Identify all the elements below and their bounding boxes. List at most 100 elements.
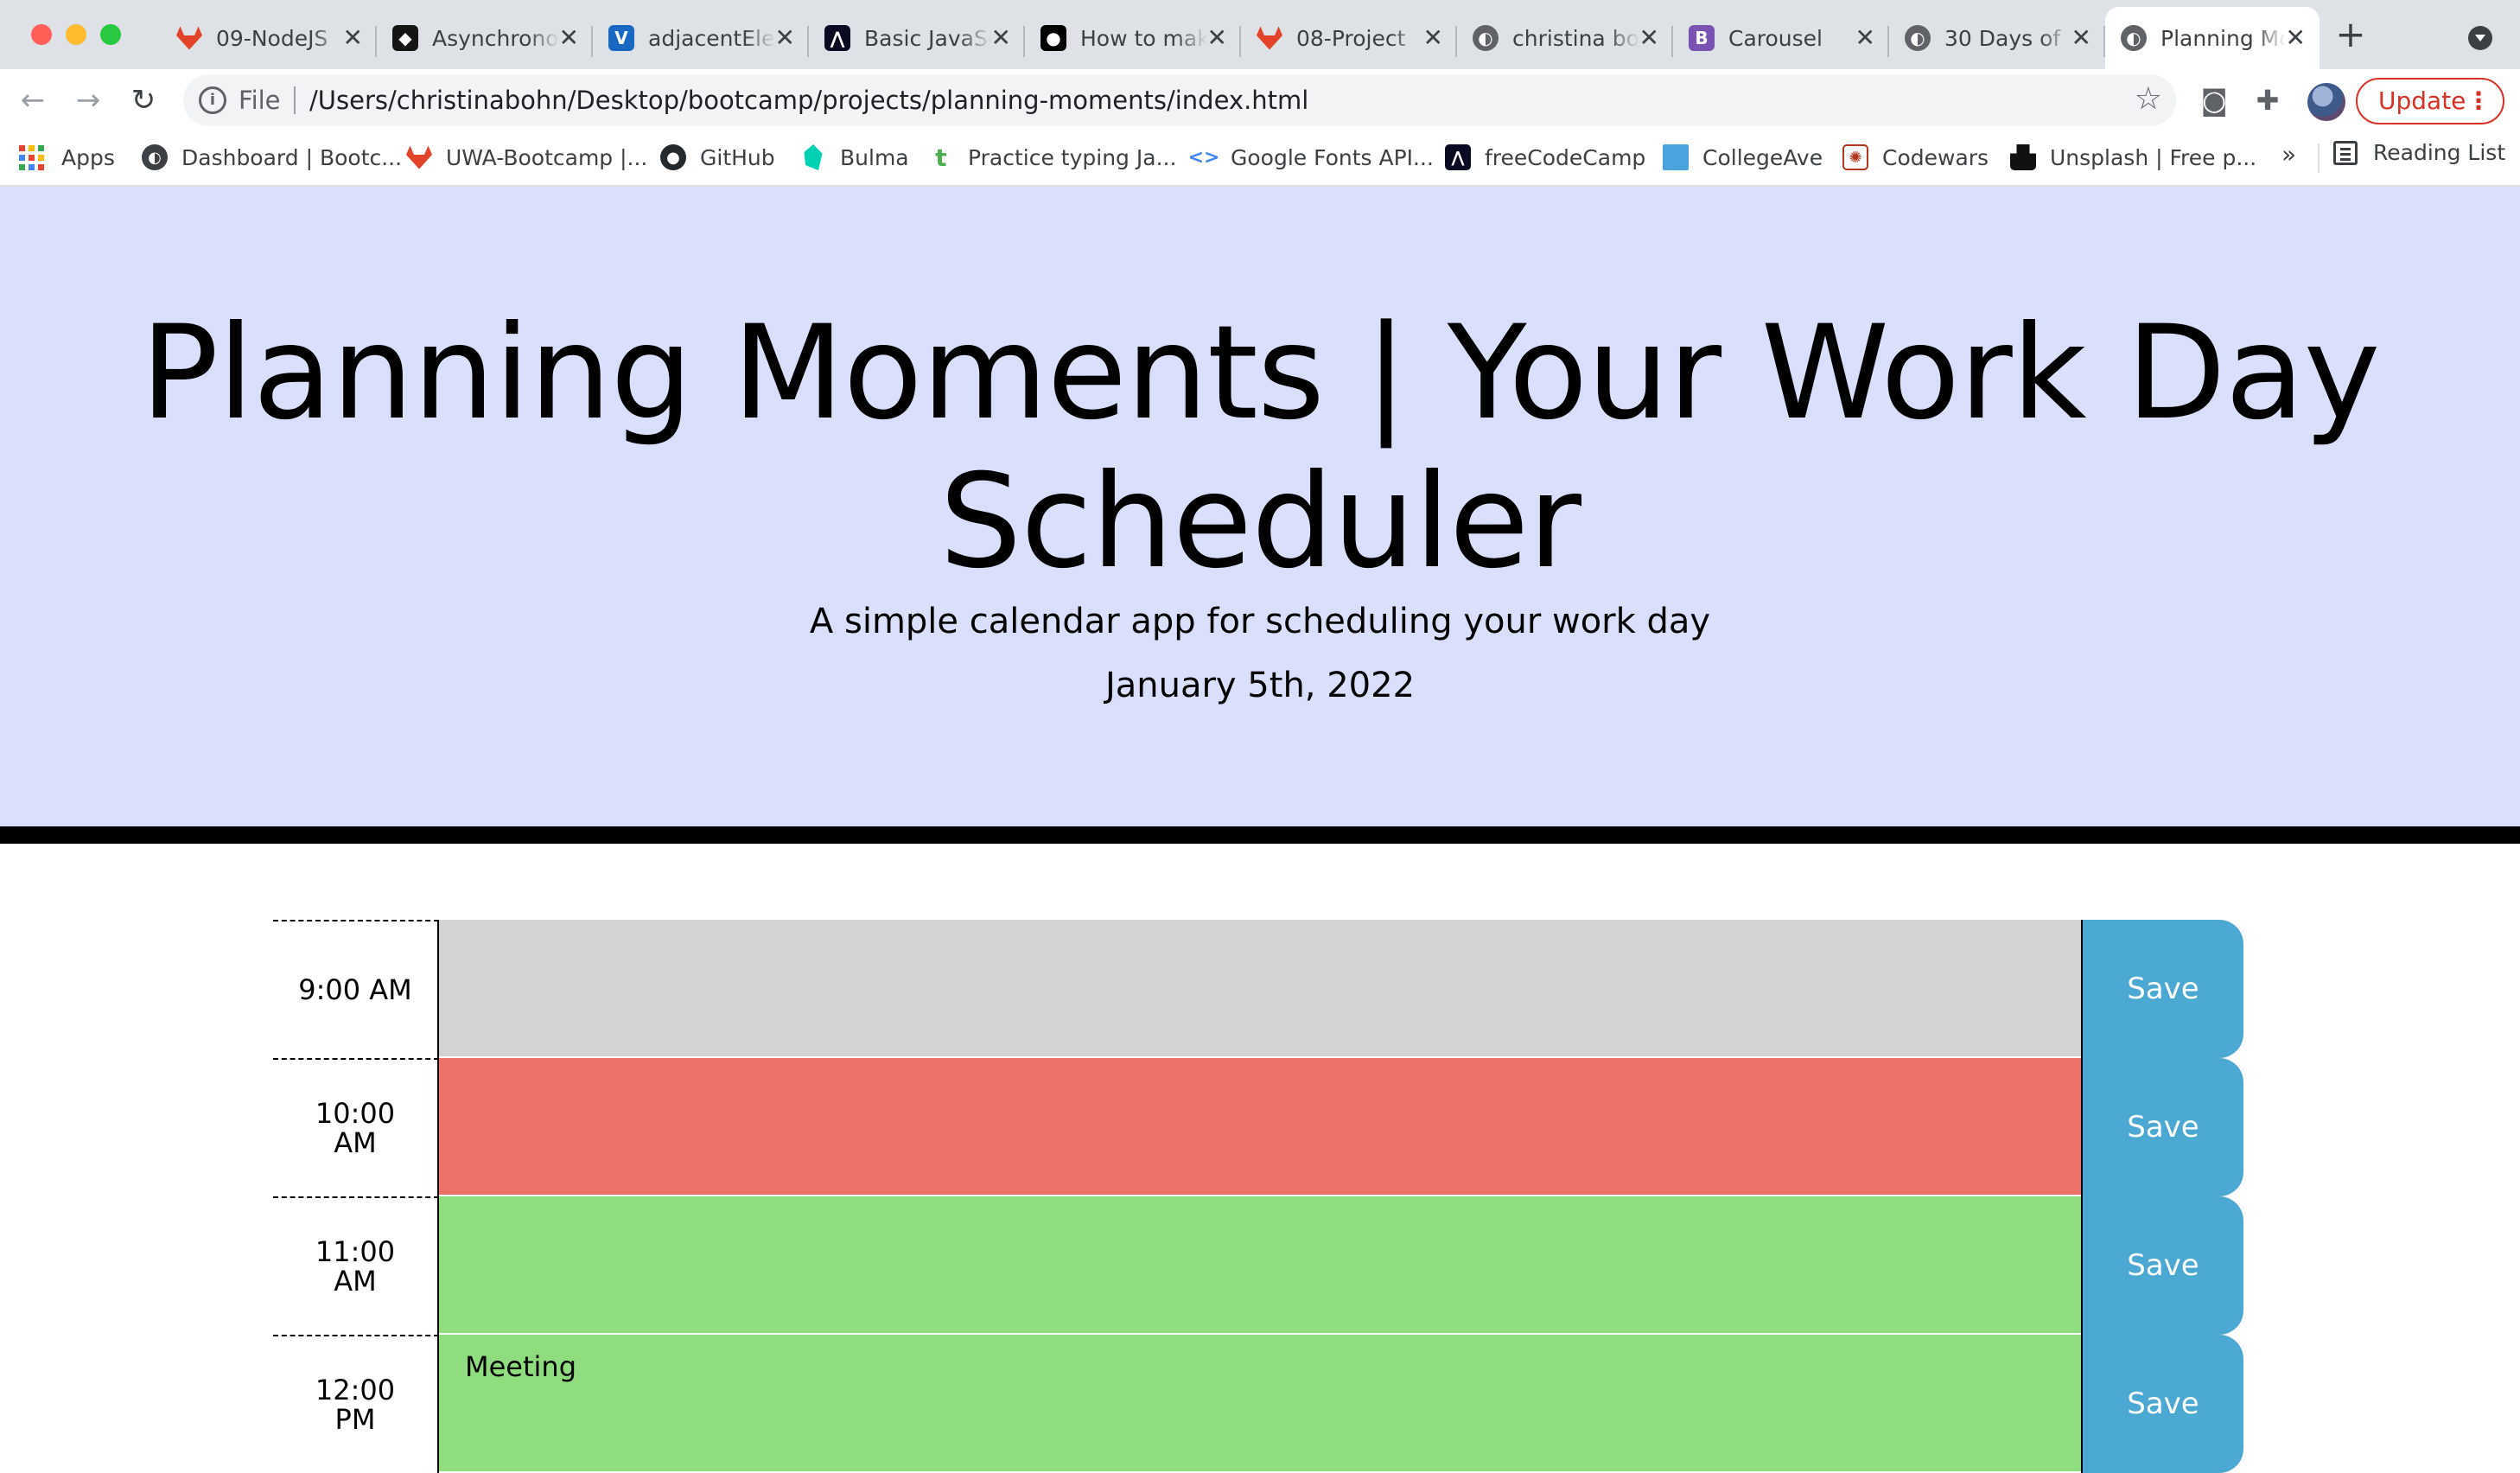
tab-christina-bohn[interactable]: ◐ christina bohn ✕ bbox=[1457, 7, 1673, 69]
bookmark-label: Unsplash | Free p... bbox=[2050, 144, 2257, 170]
maximize-window-button[interactable] bbox=[100, 24, 121, 45]
address-bar[interactable]: i File /Users/christinabohn/Desktop/boot… bbox=[183, 74, 2176, 126]
github-icon: ● bbox=[660, 144, 686, 170]
profile-avatar[interactable] bbox=[2307, 83, 2345, 121]
update-button[interactable]: Update ⋮ bbox=[2356, 78, 2504, 124]
tab-strip: 09-NodeJS ✕ ◆ Asynchronous ✕ V adjacentE… bbox=[0, 0, 2520, 69]
bookmark-codewars[interactable]: ✺ Codewars bbox=[1842, 140, 1989, 175]
tab-search-icon[interactable] bbox=[2468, 26, 2492, 50]
tab-adjacent-element[interactable]: V adjacentElement ✕ bbox=[593, 7, 809, 69]
bookmark-bulma[interactable]: Bulma bbox=[800, 140, 909, 175]
gitlab-icon bbox=[176, 26, 202, 50]
gitlab-icon bbox=[1257, 26, 1282, 50]
bookmark-freecodecamp[interactable]: ⋀ freeCodeCamp bbox=[1445, 140, 1645, 175]
time-block-row: 11:00 AM Save bbox=[273, 1196, 2243, 1335]
save-button[interactable]: Save bbox=[2081, 1196, 2243, 1335]
extensions-puzzle-icon[interactable]: ✚ bbox=[2250, 83, 2285, 118]
collegeave-icon bbox=[1663, 144, 1689, 170]
tab-title: Carousel bbox=[1728, 25, 1823, 51]
tab-planning-moments[interactable]: ◐ Planning Moments ✕ bbox=[2105, 7, 2320, 69]
address-url[interactable]: /Users/christinabohn/Desktop/bootcamp/pr… bbox=[309, 86, 1308, 115]
current-day: January 5th, 2022 bbox=[1104, 666, 1416, 705]
reading-list-icon bbox=[2333, 140, 2358, 165]
close-icon[interactable]: ✕ bbox=[2286, 26, 2306, 50]
google-fonts-icon: <> bbox=[1187, 146, 1220, 169]
bookmark-google-fonts[interactable]: <> Google Fonts API... bbox=[1187, 140, 1434, 175]
save-button[interactable]: Save bbox=[2081, 1058, 2243, 1196]
minimize-window-button[interactable] bbox=[66, 24, 86, 45]
new-tab-button[interactable]: + bbox=[2332, 16, 2370, 55]
tab-project[interactable]: 08-Project ✕ bbox=[1241, 7, 1457, 69]
event-description-input[interactable] bbox=[439, 920, 2081, 1058]
tab-carousel[interactable]: B Carousel ✕ bbox=[1673, 7, 1889, 69]
hour-label: 9:00 AM bbox=[273, 920, 439, 1058]
vuetify-icon: V bbox=[608, 25, 634, 51]
bookmark-unsplash[interactable]: Unsplash | Free p... bbox=[2010, 140, 2256, 175]
bookmark-uwa-bootcamp[interactable]: UWA-Bootcamp |... bbox=[406, 140, 647, 175]
close-icon[interactable]: ✕ bbox=[1423, 26, 1443, 50]
event-description-input[interactable] bbox=[439, 1058, 2081, 1196]
time-block-row: 10:00 AM Save bbox=[273, 1058, 2243, 1196]
more-bookmarks-button[interactable]: » bbox=[2281, 140, 2296, 169]
globe-icon: ◐ bbox=[1473, 25, 1499, 51]
bookmark-dashboard[interactable]: ◐ Dashboard | Bootc... bbox=[142, 140, 402, 175]
freecodecamp-icon: ⋀ bbox=[824, 25, 850, 51]
page-title: Planning Moments | Your Work Day Schedul… bbox=[140, 298, 2381, 597]
tab-title: 09-NodeJS bbox=[216, 25, 328, 51]
close-icon[interactable]: ✕ bbox=[1639, 26, 1659, 50]
bootstrap-icon: B bbox=[1689, 25, 1715, 51]
bookmark-label: Google Fonts API... bbox=[1231, 144, 1434, 170]
reading-list-label: Reading List bbox=[2373, 140, 2506, 165]
info-icon[interactable]: i bbox=[199, 86, 226, 114]
close-icon[interactable]: ✕ bbox=[991, 26, 1011, 50]
browser-chrome: 09-NodeJS ✕ ◆ Asynchronous ✕ V adjacentE… bbox=[0, 0, 2520, 187]
hour-label: 12:00 PM bbox=[273, 1335, 439, 1473]
close-window-button[interactable] bbox=[31, 24, 52, 45]
back-arrow-icon[interactable]: ← bbox=[14, 81, 52, 119]
bookmark-label: Codewars bbox=[1882, 144, 1989, 170]
tab-title: Asynchronous bbox=[432, 25, 559, 51]
more-vertical-icon[interactable]: ⋮ bbox=[2466, 80, 2491, 123]
event-description-input[interactable] bbox=[439, 1196, 2081, 1335]
tab-asynchronous[interactable]: ◆ Asynchronous ✕ bbox=[377, 7, 593, 69]
tab-title: How to make bbox=[1080, 25, 1207, 51]
time-block-row: 12:00 PM Meeting Save bbox=[273, 1335, 2243, 1473]
globe-icon: ◐ bbox=[142, 144, 168, 170]
event-description-input[interactable]: Meeting bbox=[439, 1335, 2081, 1473]
tab-title: christina bohn bbox=[1512, 25, 1639, 51]
save-button[interactable]: Save bbox=[2081, 1335, 2243, 1473]
bookmark-practice-typing[interactable]: t Practice typing Ja... bbox=[928, 140, 1176, 175]
tab-how-to-make[interactable]: ● How to make ✕ bbox=[1025, 7, 1241, 69]
tab-basic-javascript[interactable]: ⋀ Basic JavaScript ✕ bbox=[809, 7, 1025, 69]
bookmark-star-icon[interactable]: ☆ bbox=[2135, 81, 2162, 117]
forward-arrow-icon[interactable]: → bbox=[69, 81, 107, 119]
globe-icon: ◐ bbox=[1905, 25, 1931, 51]
codewars-icon: ✺ bbox=[1842, 144, 1868, 170]
tab-title: 30 Days of bbox=[1944, 25, 2061, 51]
reload-icon[interactable]: ↻ bbox=[124, 81, 162, 119]
tab-title: Planning Moments bbox=[2160, 25, 2286, 51]
codesandbox-icon: ◆ bbox=[392, 25, 418, 51]
hour-label: 10:00 AM bbox=[273, 1058, 439, 1196]
bookmark-github[interactable]: ● GitHub bbox=[660, 140, 775, 175]
jumbotron-header: Planning Moments | Your Work Day Schedul… bbox=[0, 187, 2520, 844]
tab-nodejs[interactable]: 09-NodeJS ✕ bbox=[161, 7, 377, 69]
freecodecamp-icon: ⋀ bbox=[1445, 144, 1471, 170]
reading-list-button[interactable]: Reading List bbox=[2333, 140, 2505, 165]
tab-30-days[interactable]: ◐ 30 Days of ✕ bbox=[1889, 7, 2105, 69]
close-icon[interactable]: ✕ bbox=[559, 26, 579, 50]
bookmark-collegeave[interactable]: CollegeAve bbox=[1663, 140, 1823, 175]
camera-icon[interactable]: ◙ bbox=[2197, 83, 2231, 118]
close-icon[interactable]: ✕ bbox=[1855, 26, 1875, 50]
save-button[interactable]: Save bbox=[2081, 920, 2243, 1058]
tab-title: Basic JavaScript bbox=[864, 25, 991, 51]
close-icon[interactable]: ✕ bbox=[775, 26, 795, 50]
close-icon[interactable]: ✕ bbox=[343, 26, 363, 50]
bookmark-label: CollegeAve bbox=[1702, 144, 1823, 170]
close-icon[interactable]: ✕ bbox=[2071, 26, 2091, 50]
bookmark-label: UWA-Bootcamp |... bbox=[446, 144, 648, 170]
close-icon[interactable]: ✕ bbox=[1207, 26, 1227, 50]
page-subtitle: A simple calendar app for scheduling you… bbox=[809, 602, 1711, 641]
bulma-icon bbox=[804, 144, 823, 170]
bookmark-apps[interactable]: Apps bbox=[19, 140, 115, 175]
